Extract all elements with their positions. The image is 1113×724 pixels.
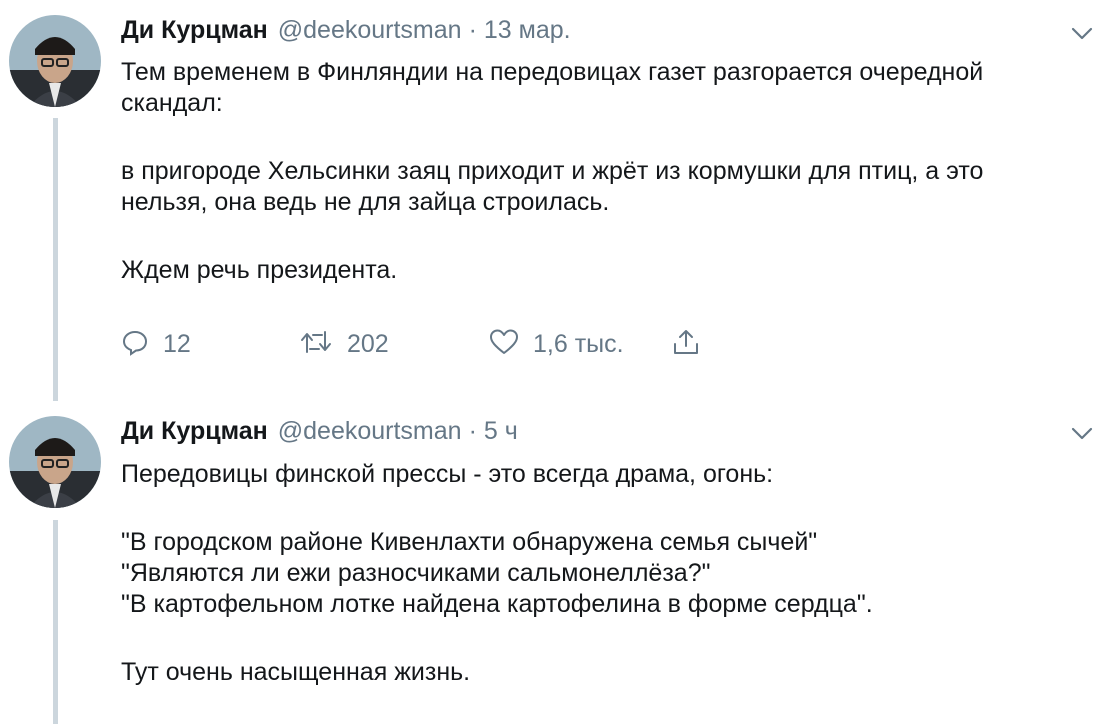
author-name[interactable]: Ди Курцман	[121, 16, 268, 45]
tweet-line: Тут очень насыщенная жизнь.	[121, 658, 471, 686]
tweet-line: в пригороде Хельсинки заяц приходит и жр…	[121, 157, 984, 185]
author-handle[interactable]: @deekourtsman	[278, 16, 462, 45]
share-icon	[671, 327, 701, 362]
reply-button[interactable]: 12	[121, 328, 299, 361]
author-handle[interactable]: @deekourtsman	[278, 417, 462, 446]
reply-icon	[121, 328, 149, 361]
retweet-button[interactable]: 202	[299, 328, 489, 361]
separator: ·	[468, 417, 477, 445]
timestamp[interactable]: 13 мар.	[484, 16, 571, 45]
retweet-icon	[299, 328, 333, 361]
tweet-header: Ди Курцман @deekourtsman · 5 ч	[121, 417, 518, 451]
tweet-line: Передовицы финской прессы - это всегда д…	[121, 460, 774, 488]
tweet-line: "Являются ли ежи разносчиками сальмонелл…	[121, 559, 711, 587]
tweet-line: "В городском районе Кивенлахти обнаружен…	[121, 528, 818, 556]
tweet-line: скандал:	[121, 89, 223, 117]
chevron-down-icon[interactable]	[1069, 24, 1095, 44]
like-button[interactable]: 1,6 тыс.	[489, 328, 671, 361]
timestamp[interactable]: 5 ч	[484, 417, 518, 446]
tweet-actions: 12 202 1,6 тыс.	[121, 326, 701, 362]
heart-icon	[489, 328, 519, 361]
tweet-text: Тем временем в Финляндии на передовицах …	[121, 57, 1101, 286]
author-name[interactable]: Ди Курцман	[121, 417, 268, 446]
tweet[interactable]: Ди Курцман @deekourtsman · 5 ч Передовиц…	[0, 400, 1113, 724]
share-button[interactable]	[671, 327, 701, 362]
tweet-line: "В картофельном лотке найдена картофелин…	[121, 590, 873, 618]
reply-count: 12	[163, 329, 191, 358]
chevron-down-icon[interactable]	[1069, 424, 1095, 444]
tweet-line: Ждем речь президента.	[121, 256, 398, 284]
avatar[interactable]	[9, 416, 101, 508]
tweet-text: Передовицы финской прессы - это всегда д…	[121, 459, 1101, 688]
avatar[interactable]	[9, 15, 101, 107]
tweet-header: Ди Курцман @deekourtsman · 13 мар.	[121, 16, 571, 50]
separator: ·	[468, 16, 477, 44]
tweet-line: нельзя, она ведь не для зайца строилась.	[121, 188, 610, 216]
retweet-count: 202	[347, 329, 389, 358]
tweet[interactable]: Ди Курцман @deekourtsman · 13 мар. Тем в…	[0, 0, 1113, 400]
tweet-line: Тем временем в Финляндии на передовицах …	[121, 58, 984, 86]
like-count: 1,6 тыс.	[533, 329, 624, 358]
